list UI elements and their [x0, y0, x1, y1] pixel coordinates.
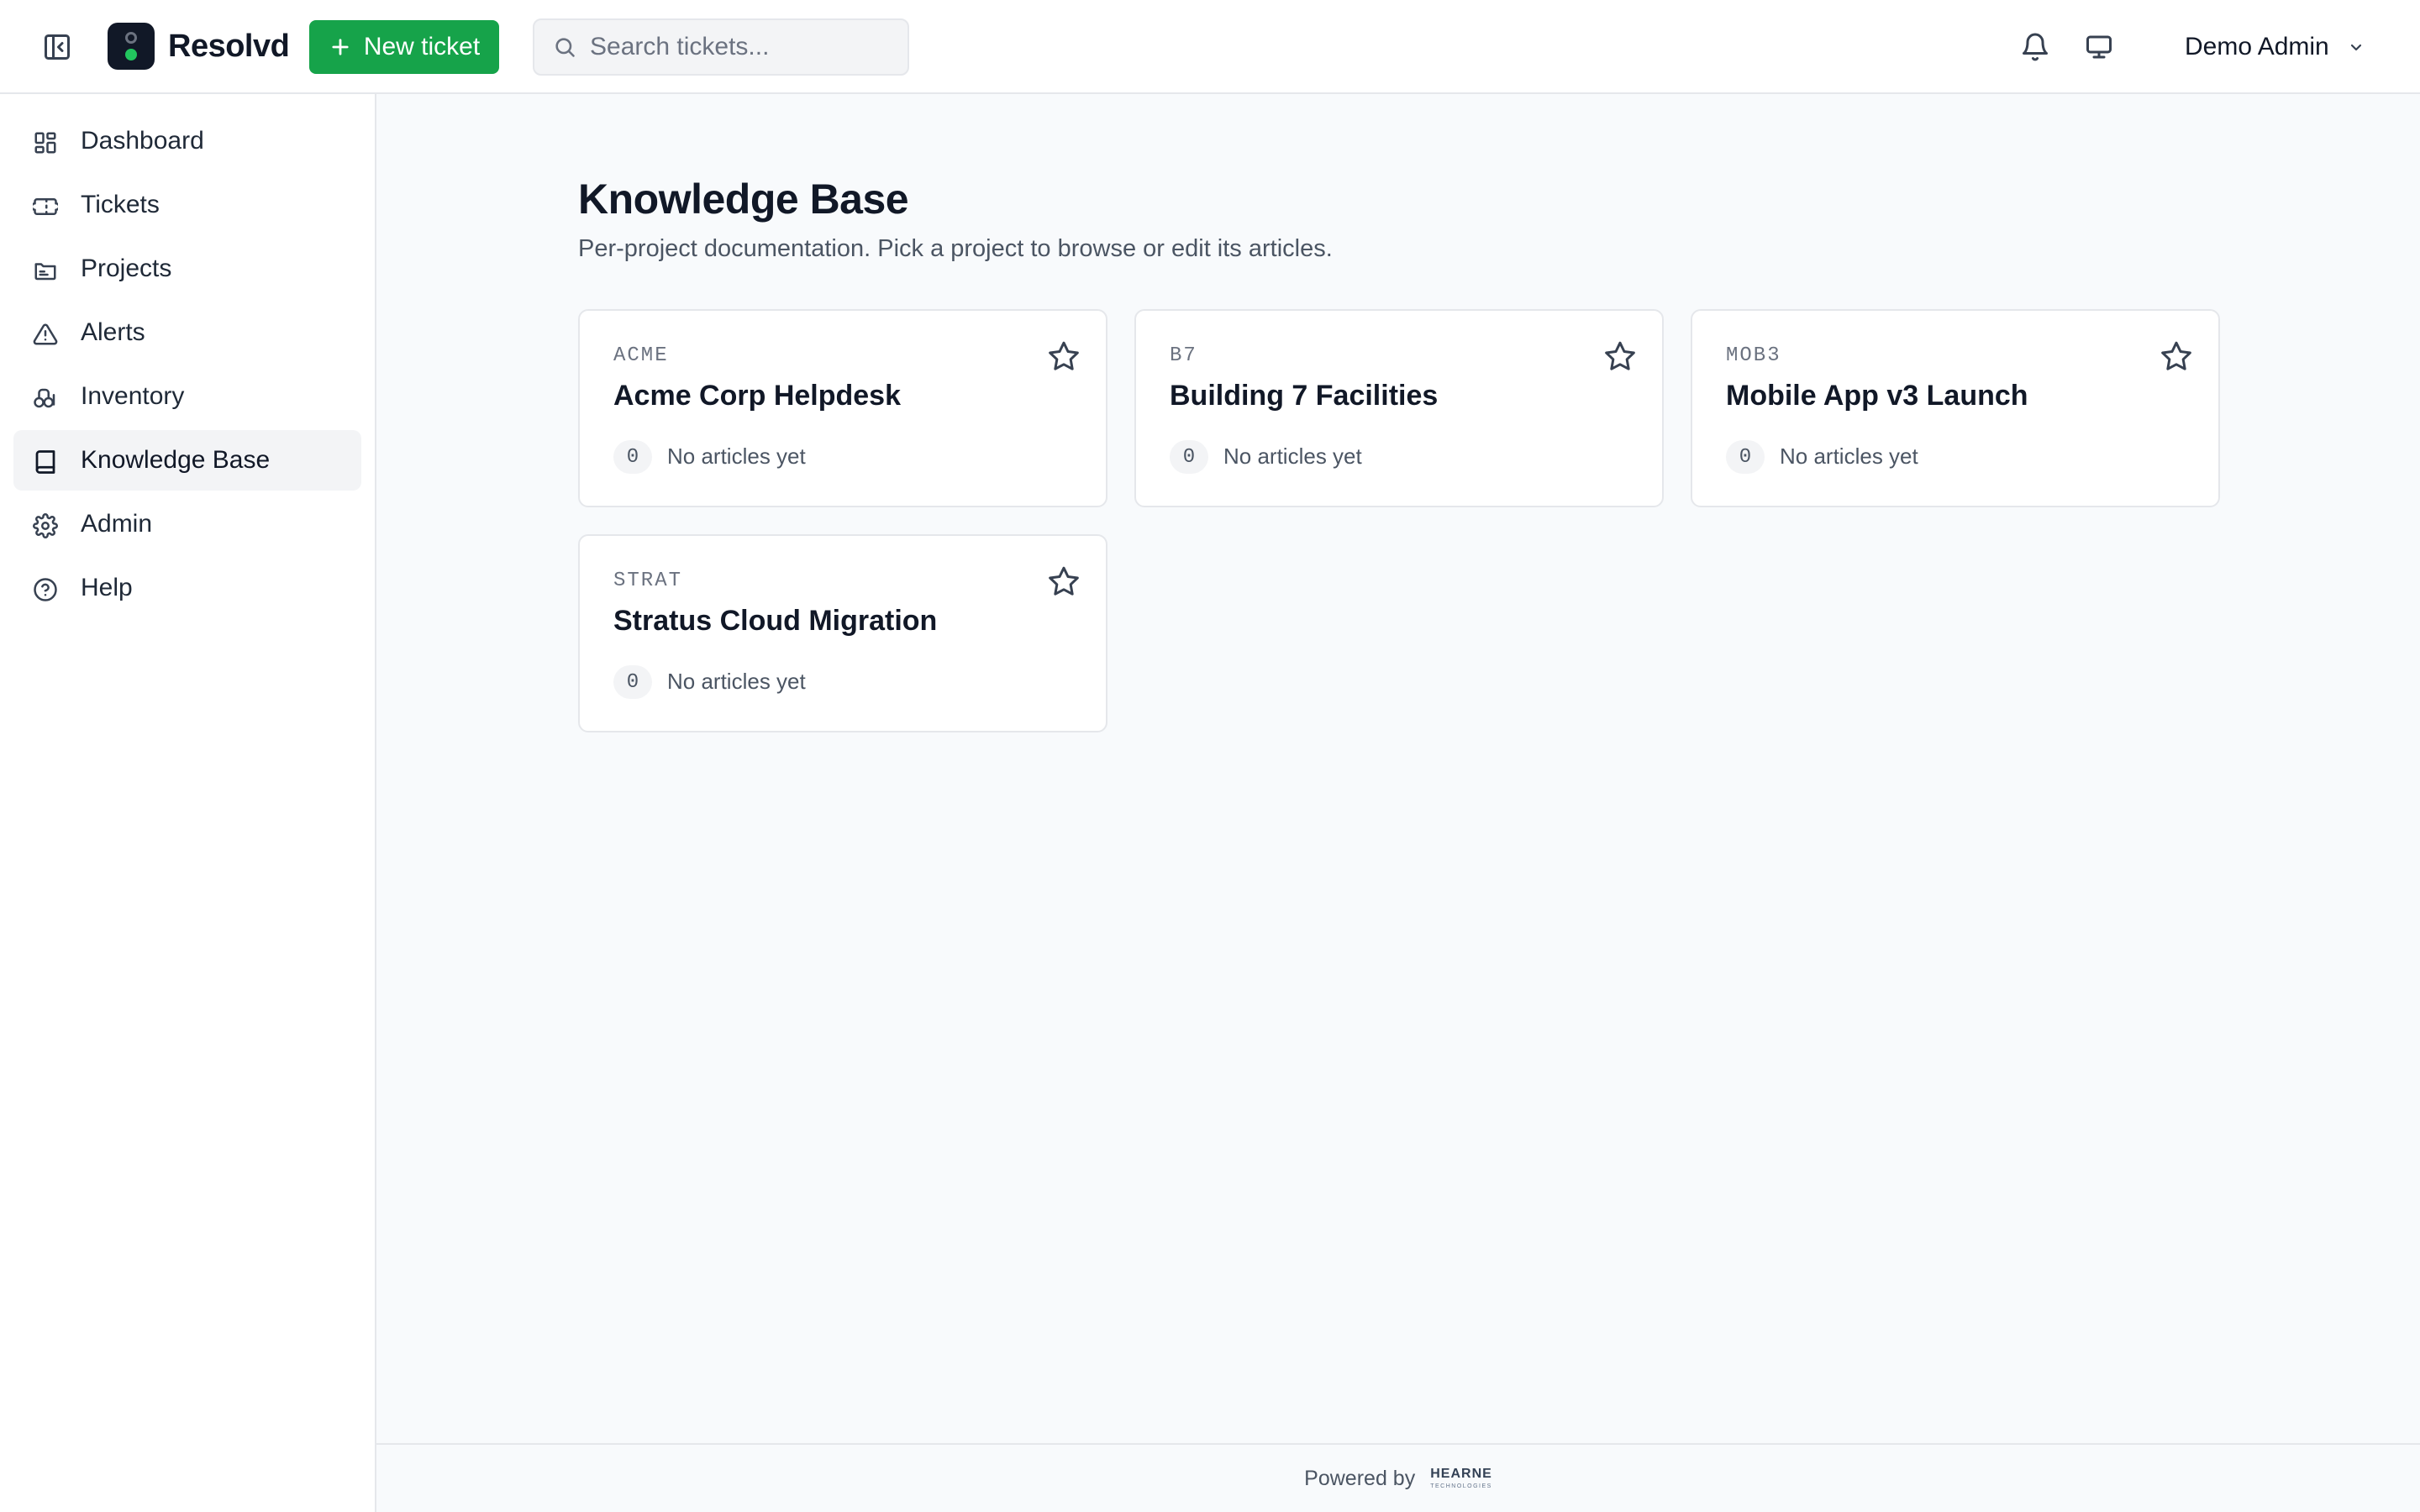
- favorite-button[interactable]: [1044, 561, 1084, 601]
- footer: Powered by HEARNE TECHNOLOGIES: [376, 1443, 2420, 1512]
- search-icon: [555, 38, 575, 57]
- project-name: Mobile App v3 Launch: [1726, 380, 2028, 412]
- sidebar-item-label: Alerts: [81, 318, 145, 346]
- sidebar-item-dashboard[interactable]: Dashboard: [13, 111, 361, 171]
- app-root: Resolvd New ticket Search tickets... Dem…: [0, 0, 2420, 1512]
- project-card-strat[interactable]: STRAT Stratus Cloud Migration 0 No artic…: [578, 534, 1107, 732]
- book-icon: [32, 449, 59, 475]
- plus-icon: [332, 39, 349, 55]
- new-ticket-button[interactable]: New ticket: [309, 20, 499, 74]
- article-count-badge: 0: [1726, 440, 1765, 474]
- sidebar-item-label: Knowledge Base: [81, 446, 271, 474]
- traffic-light-logo-icon: [108, 23, 155, 70]
- star-icon: [2161, 341, 2191, 370]
- star-icon: [1049, 341, 1079, 370]
- star-icon: [1049, 566, 1079, 596]
- sidebar-toggle-button[interactable]: [37, 29, 77, 66]
- sidebar-item-label: Admin: [81, 510, 153, 538]
- page-title: Knowledge Base: [578, 176, 909, 223]
- sidebar-item-projects[interactable]: Projects: [13, 239, 361, 299]
- hearne-logo[interactable]: HEARNE TECHNOLOGIES: [1430, 1467, 1492, 1490]
- search-input[interactable]: [590, 33, 892, 61]
- dashboard-icon: [32, 129, 59, 156]
- ticket-icon: [32, 193, 59, 220]
- article-count-label: No articles yet: [667, 444, 806, 469]
- sidebar-item-help[interactable]: Help: [13, 558, 361, 618]
- sidebar-item-label: Help: [81, 574, 133, 601]
- project-name: Building 7 Facilities: [1170, 380, 1439, 412]
- project-key: B7: [1170, 344, 1197, 367]
- project-key: MOB3: [1726, 344, 1781, 367]
- project-name: Acme Corp Helpdesk: [613, 380, 901, 412]
- notifications-button[interactable]: [2015, 27, 2055, 67]
- article-count-label: No articles yet: [1780, 444, 1918, 469]
- alert-triangle-icon: [32, 321, 59, 348]
- article-count-label: No articles yet: [667, 669, 806, 694]
- favorite-button[interactable]: [1044, 336, 1084, 376]
- main-content: Knowledge Base Per-project documentation…: [376, 94, 2420, 1443]
- chevron-down-icon: [2350, 44, 2361, 51]
- hearne-logo-text: HEARNE: [1430, 1467, 1492, 1481]
- monitor-icon: [2086, 35, 2112, 59]
- sidebar-item-label: Inventory: [81, 382, 185, 410]
- search-box: [533, 18, 909, 76]
- display-mode-button[interactable]: [2079, 27, 2119, 67]
- project-card-acme[interactable]: ACME Acme Corp Helpdesk 0 No articles ye…: [578, 309, 1107, 507]
- article-count-badge: 0: [613, 665, 652, 699]
- gear-icon: [32, 512, 59, 539]
- user-name: Demo Admin: [2185, 33, 2329, 60]
- star-icon: [1605, 341, 1635, 370]
- project-key: ACME: [613, 344, 669, 367]
- article-count-label: No articles yet: [1223, 444, 1362, 469]
- article-count-badge: 0: [1170, 440, 1208, 474]
- bell-icon: [2023, 33, 2048, 61]
- sidebar-item-label: Projects: [81, 255, 172, 282]
- sidebar-item-label: Tickets: [81, 191, 160, 218]
- project-card-b7[interactable]: B7 Building 7 Facilities 0 No articles y…: [1134, 309, 1664, 507]
- project-card-mob3[interactable]: MOB3 Mobile App v3 Launch 0 No articles …: [1691, 309, 2220, 507]
- sidebar-item-knowledge-base[interactable]: Knowledge Base: [13, 430, 361, 491]
- new-ticket-label: New ticket: [363, 33, 481, 60]
- favorite-button[interactable]: [1600, 336, 1640, 376]
- sidebar-collapse-icon: [45, 34, 70, 60]
- brand-name: Resolvd: [168, 29, 290, 64]
- folder-icon: [32, 257, 59, 284]
- favorite-button[interactable]: [2156, 336, 2196, 376]
- hearne-logo-subtext: TECHNOLOGIES: [1430, 1483, 1492, 1489]
- sidebar-item-admin[interactable]: Admin: [13, 494, 361, 554]
- project-name: Stratus Cloud Migration: [613, 605, 938, 637]
- inventory-icon: [32, 385, 59, 412]
- user-menu[interactable]: Demo Admin: [2185, 25, 2366, 69]
- project-key: STRAT: [613, 570, 683, 592]
- page-subtitle: Per-project documentation. Pick a projec…: [578, 235, 1333, 262]
- top-header: Resolvd New ticket Search tickets... Dem…: [0, 0, 2420, 94]
- sidebar-item-alerts[interactable]: Alerts: [13, 302, 361, 363]
- sidebar-item-label: Dashboard: [81, 127, 204, 155]
- sidebar-item-tickets[interactable]: Tickets: [13, 175, 361, 235]
- sidebar-item-inventory[interactable]: Inventory: [13, 366, 361, 427]
- help-circle-icon: [32, 576, 59, 603]
- sidebar: Dashboard Tickets Projects Alerts Invent…: [0, 94, 376, 1512]
- powered-by-text: Powered by: [1304, 1466, 1416, 1490]
- article-count-badge: 0: [613, 440, 652, 474]
